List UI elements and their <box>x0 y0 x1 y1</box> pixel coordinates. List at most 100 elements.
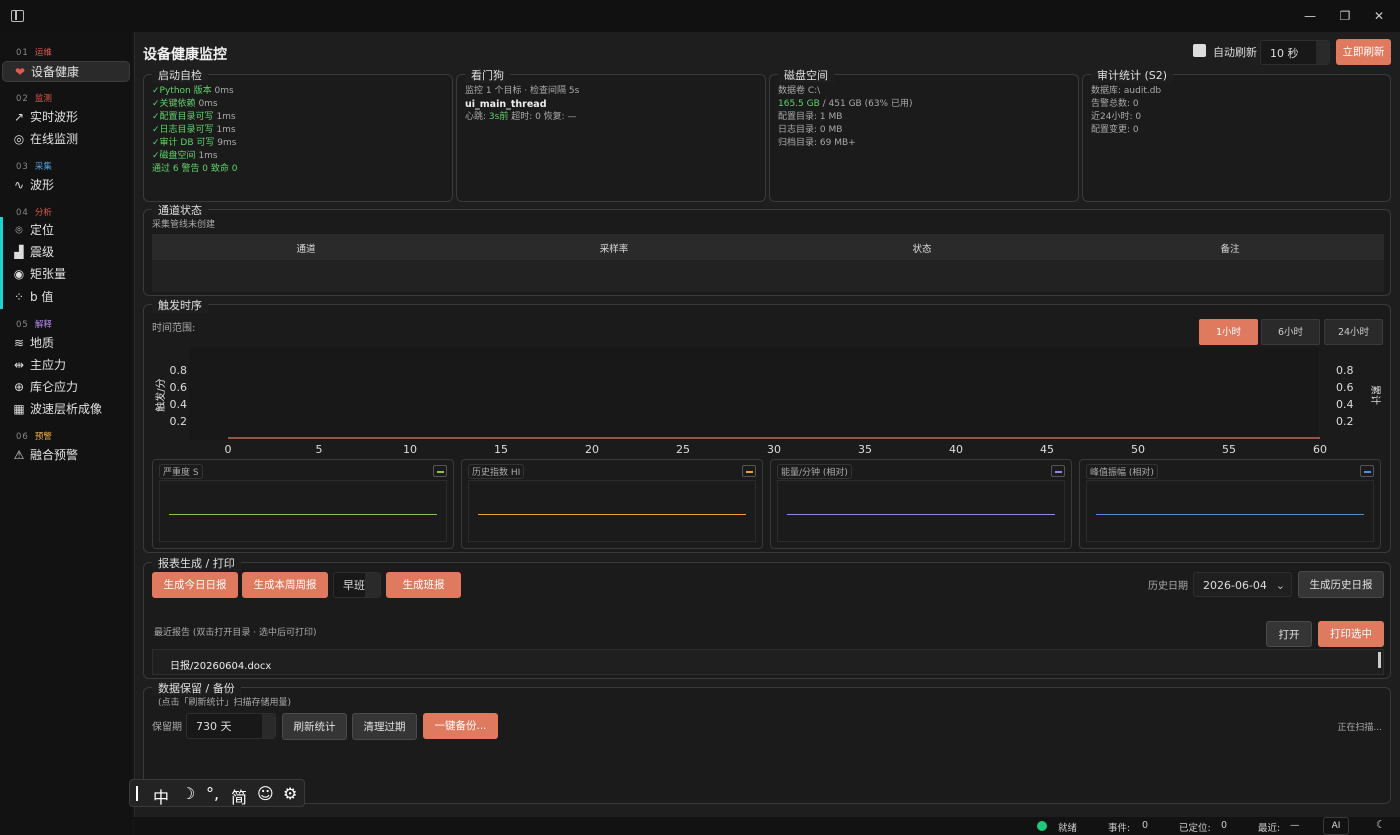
sidebar-item-fusion-warning[interactable]: ⚠ 融合预警 <box>2 445 130 466</box>
ime-emoji-icon[interactable]: ☺ <box>257 784 274 803</box>
recent-reports-list[interactable]: 日报/20260604.docx <box>152 649 1384 675</box>
sidebar-item-b-value[interactable]: ⁘ b 值 <box>2 287 130 308</box>
mini-chart-frame <box>777 480 1065 542</box>
spin-arrows[interactable] <box>1316 41 1329 64</box>
mini-chart-energy: 能量/分钟 (相对) <box>770 459 1072 549</box>
disk-volume: 数据卷 C:\ <box>778 86 821 96</box>
shift-select[interactable]: 早班 <box>333 572 381 598</box>
channel-status-note: 采集管线未创建 <box>152 220 216 230</box>
mini-chart-peak-amplitude: 峰值振幅 (相对) <box>1079 459 1381 549</box>
watchdog-heartbeat: 心跳: 3s前 超时: 0 恢复: — <box>465 112 577 122</box>
mini-chart-trace <box>787 514 1055 515</box>
auto-refresh-checkbox[interactable] <box>1193 44 1206 57</box>
sidebar-item-online-monitor[interactable]: ◎ 在线监测 <box>2 129 130 150</box>
selfcheck-title: 启动自检 <box>152 67 208 83</box>
sine-wave-icon: ∿ <box>13 178 25 192</box>
shift-arrows[interactable] <box>365 573 380 597</box>
sidebar-section: 06 预警 <box>16 432 52 442</box>
refresh-interval-spinbox[interactable]: 10 秒 <box>1260 40 1330 65</box>
sidebar-item-waveform[interactable]: ∿ 波形 <box>2 175 130 196</box>
y2-tick-label: 0.2 <box>1336 415 1354 428</box>
close-icon[interactable]: ✕ <box>1371 8 1387 24</box>
trend-icon: ↗ <box>13 110 25 124</box>
sidebar-item-realtime-waveform[interactable]: ↗ 实时波形 <box>2 107 130 128</box>
sidebar-toggle-icon[interactable] <box>11 10 24 22</box>
retention-period-spinbox[interactable]: 730 天 <box>186 713 276 739</box>
column-header-sample-rate[interactable]: 采样率 <box>600 241 629 255</box>
recent-reports-label: 最近报告 (双击打开目录 · 选中后可打印) <box>154 628 317 638</box>
trigger-panel: 触发时序 时间范围: 1小时 6小时 24小时 0 5 10 15 20 25 30 35 40… <box>143 297 1391 553</box>
collapse-button[interactable] <box>1360 465 1374 477</box>
title-bar: — ❐ ✕ <box>0 0 1400 32</box>
watchdog-title: 看门狗 <box>465 67 510 83</box>
selfcheck-item: ✓配置目录可写 1ms <box>152 112 236 122</box>
backup-button[interactable]: 一键备份... <box>423 713 498 739</box>
sidebar-item-tomography[interactable]: ▦ 波速层析成像 <box>2 399 130 420</box>
mini-chart-trace <box>1096 514 1364 515</box>
sidebar-item-label: 定位 <box>30 223 55 237</box>
channel-table-body[interactable] <box>152 260 1384 292</box>
history-report-button[interactable]: 生成历史日报 <box>1298 571 1384 598</box>
history-date-picker[interactable]: 2026-06-04 ⌄ <box>1193 572 1292 597</box>
chevron-down-icon[interactable]: ⌄ <box>1276 573 1285 598</box>
scan-status: 正在扫描... <box>1337 723 1382 733</box>
column-header-status[interactable]: 状态 <box>912 241 931 255</box>
target-icon: ◉ <box>13 267 25 281</box>
y-tick-label: 0.6 <box>170 381 188 394</box>
x-tick-label: 50 <box>1131 443 1145 456</box>
mini-chart-frame <box>159 480 447 542</box>
column-header-channel[interactable]: 通道 <box>296 241 315 255</box>
ime-moon-icon[interactable]: ☽ <box>181 784 195 803</box>
layers-icon: ≋ <box>13 336 25 350</box>
selfcheck-panel: 启动自检 ✓Python 版本 0ms ✓关键依赖 0ms ✓配置目录可写 1m… <box>143 67 453 202</box>
sidebar-item-moment-tensor[interactable]: ◉ 矩张量 <box>2 264 130 285</box>
open-button[interactable]: 打开 <box>1266 621 1312 647</box>
clean-expired-button[interactable]: 清理过期 <box>352 713 417 740</box>
selfcheck-item: ✓Python 版本 0ms <box>152 86 234 96</box>
ime-simplified-icon[interactable]: 简 <box>231 784 247 808</box>
daily-report-button[interactable]: 生成今日日报 <box>152 572 238 598</box>
theme-toggle-icon[interactable]: ☾ <box>1376 818 1386 831</box>
shift-report-button[interactable]: 生成班报 <box>386 572 461 598</box>
x-tick-label: 40 <box>949 443 963 456</box>
collapse-button[interactable] <box>742 465 756 477</box>
ime-chinese-mode-icon[interactable]: 中 <box>153 784 169 808</box>
mini-chart-frame <box>1086 480 1374 542</box>
print-selected-button[interactable]: 打印选中 <box>1318 621 1384 647</box>
history-date-label: 历史日期 <box>1148 581 1188 592</box>
audit-recent: 近24小时: 0 <box>1091 112 1142 122</box>
ime-punctuation-icon[interactable]: °, <box>206 784 219 803</box>
sidebar-item-magnitude[interactable]: ▟ 震级 <box>2 242 130 263</box>
drag-handle[interactable] <box>136 786 138 801</box>
minimize-icon[interactable]: — <box>1302 8 1318 24</box>
refresh-now-button[interactable]: 立即刷新 <box>1336 39 1391 65</box>
disk-logs: 日志目录: 0 MB <box>778 125 843 135</box>
status-dot-icon <box>1037 821 1047 831</box>
collapse-button[interactable] <box>1051 465 1065 477</box>
list-item[interactable]: 日报/20260604.docx <box>170 657 271 672</box>
selfcheck-item: ✓关键依赖 0ms <box>152 99 218 109</box>
sidebar-item-principal-stress[interactable]: ⇹ 主应力 <box>2 355 130 376</box>
sidebar-item-device-health[interactable]: ❤ 设备健康 <box>2 61 130 82</box>
sidebar-item-geology[interactable]: ≋ 地质 <box>2 333 130 354</box>
events-count: 0 <box>1142 820 1149 831</box>
retention-title: 数据保留 / 备份 <box>152 680 241 696</box>
y2-tick-label: 0.4 <box>1336 398 1354 411</box>
recent-value: — <box>1290 820 1300 831</box>
sidebar-item-coulomb-stress[interactable]: ⊕ 库仑应力 <box>2 377 130 398</box>
ime-toolbar: 中 ☽ °, 简 ☺ ⚙ <box>129 779 305 807</box>
ai-button[interactable]: AI <box>1323 817 1349 835</box>
scrollbar[interactable] <box>1378 652 1381 668</box>
ime-settings-icon[interactable]: ⚙ <box>283 784 297 803</box>
refresh-stats-button[interactable]: 刷新统计 <box>282 713 347 740</box>
collapse-button[interactable] <box>433 465 447 477</box>
restore-icon[interactable]: ❐ <box>1337 8 1353 24</box>
column-header-note[interactable]: 备注 <box>1220 241 1239 255</box>
sidebar-section: 05 解释 <box>16 320 52 330</box>
spin-arrows[interactable] <box>262 714 275 738</box>
y-axis-label: 触发/分 <box>154 378 167 411</box>
audit-db: 数据库: audit.db <box>1091 86 1162 96</box>
sidebar-item-label: 库仑应力 <box>30 380 79 394</box>
sidebar-item-location[interactable]: ⌾ 定位 <box>2 220 130 241</box>
weekly-report-button[interactable]: 生成本周周报 <box>242 572 328 598</box>
